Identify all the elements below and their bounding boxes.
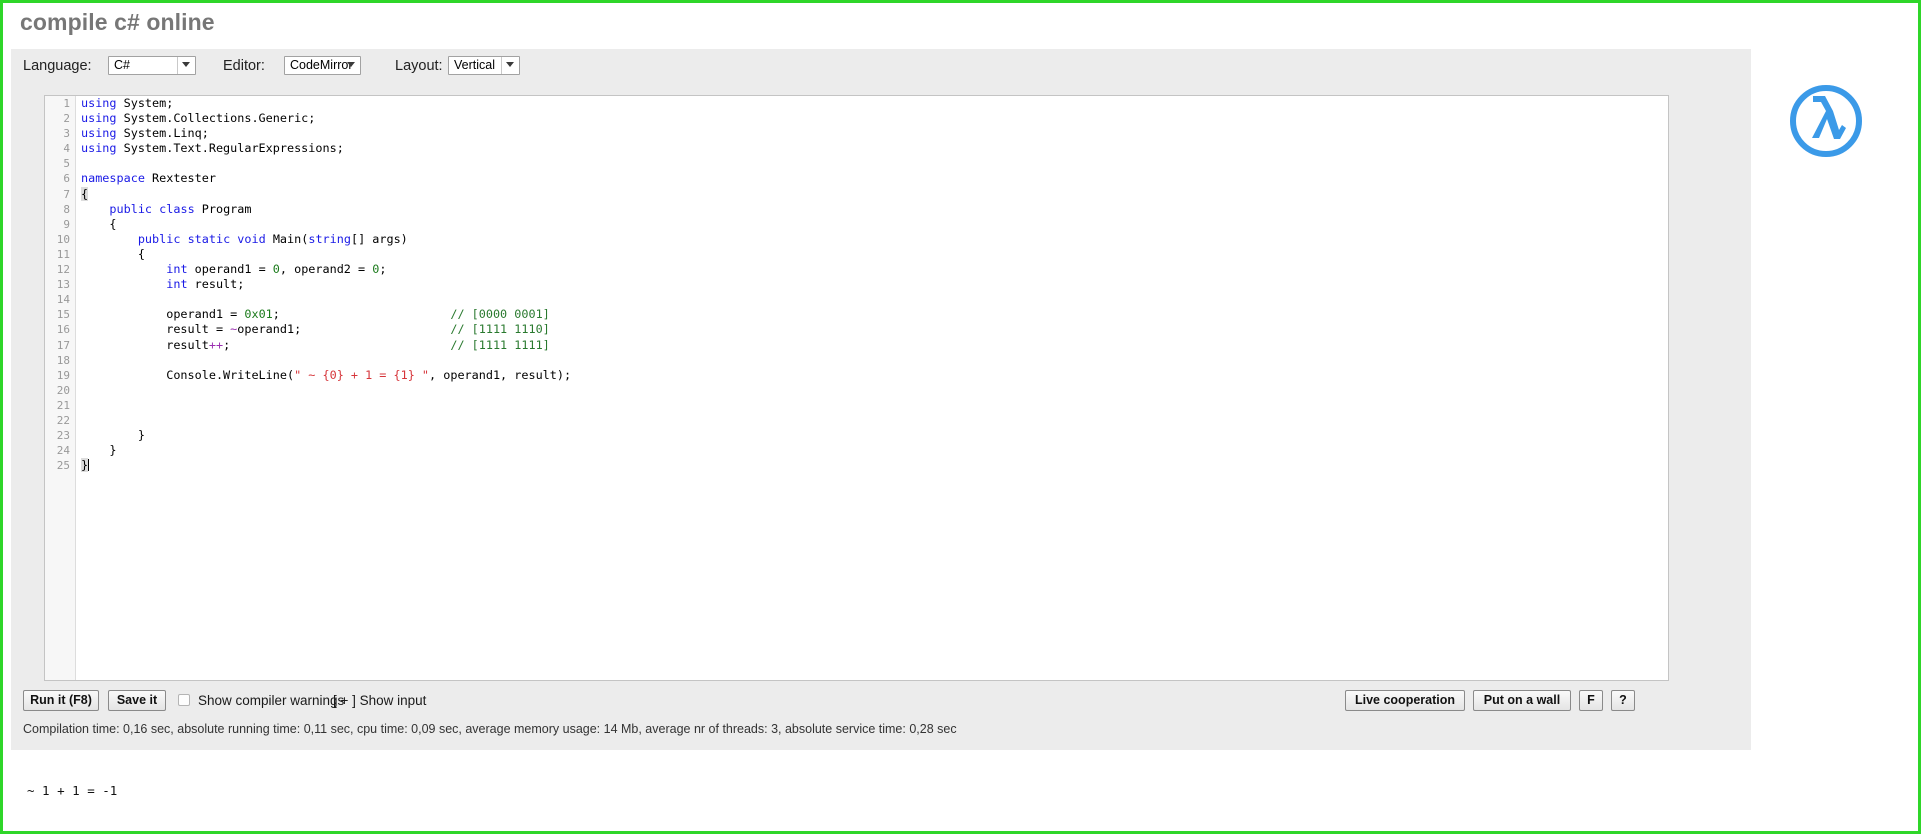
fullscreen-button[interactable]: F [1579, 690, 1603, 711]
layout-select[interactable]: Vertical [448, 56, 520, 75]
options-bar: Language: C# Editor: CodeMirror Layout: … [11, 49, 1751, 83]
line-number: 22 [56, 413, 70, 427]
code-line: using System; [81, 96, 174, 110]
code-line: { [81, 246, 145, 261]
show-input-link[interactable]: [ + ] Show input [333, 693, 426, 708]
line-number: 5 [63, 157, 70, 171]
line-number: 21 [56, 398, 70, 412]
code-line: { [81, 186, 89, 201]
code-line: public class Program [109, 201, 252, 216]
code-line: using System.Linq; [81, 126, 209, 141]
line-number: 7 [63, 187, 70, 201]
line-number: 14 [56, 293, 70, 307]
code-line: using System.Text.RegularExpressions; [81, 141, 344, 156]
code-editor[interactable]: 1 2 3 4 5 6 7 8 9 10 11 12 13 14 15 16 17 18 19 20 21 22 23 24 2… [44, 95, 1669, 681]
toolbar: Run it (F8) Save it Show compiler warnin… [11, 690, 1751, 720]
line-number: 25 [56, 459, 70, 473]
line-number: 1 [63, 97, 70, 110]
line-number: 4 [63, 142, 70, 156]
line-number: 8 [63, 202, 70, 216]
line-number-gutter: 1 2 3 4 5 6 7 8 9 10 11 12 13 14 15 16 17 18 19 20 21 22 23 24 2… [45, 96, 76, 680]
editor-label: Editor: [223, 58, 265, 74]
language-select-divider [177, 57, 178, 74]
editor-select[interactable]: CodeMirror [284, 56, 361, 75]
code-line: result = ~operand1; // [1111 1110] [81, 322, 550, 337]
layout-label: Layout: [395, 58, 443, 74]
line-number: 10 [56, 232, 70, 246]
code-line: using System.Collections.Generic; [81, 111, 316, 126]
run-button[interactable]: Run it (F8) [23, 690, 99, 711]
main-panel: Language: C# Editor: CodeMirror Layout: … [11, 49, 1751, 750]
line-number: 9 [63, 217, 70, 231]
line-number: 11 [56, 247, 70, 261]
line-number: 6 [63, 172, 70, 186]
code-line: operand1 = 0x01; // [0000 0001] [81, 307, 550, 322]
page-root: compile c# online Language: C# Editor: C… [0, 0, 1921, 834]
chevron-down-icon [182, 62, 190, 67]
line-number: 18 [56, 353, 70, 367]
chevron-down-icon [506, 62, 514, 67]
line-number: 12 [56, 263, 70, 277]
lambda-logo [1786, 81, 1866, 161]
page-title: compile c# online [20, 9, 215, 35]
line-number: 16 [56, 323, 70, 337]
show-compiler-warnings-label: Show compiler warnings [198, 693, 345, 708]
language-select-value: C# [114, 58, 130, 72]
code-line: } [81, 428, 145, 443]
code-content[interactable]: using System; using System.Collections.Ge… [81, 96, 1668, 680]
language-select[interactable]: C# [108, 56, 196, 75]
chevron-down-icon [347, 62, 355, 67]
program-output: ~ 1 + 1 = -1 [27, 783, 118, 798]
line-number: 2 [63, 112, 70, 126]
code-line: result++; // [1111 1111] [81, 337, 550, 352]
language-label: Language: [23, 58, 92, 74]
line-number: 24 [56, 444, 70, 458]
editor-select-value: CodeMirror [290, 58, 353, 72]
code-line: namespace Rextester [81, 171, 216, 186]
line-number: 3 [63, 127, 70, 141]
help-button[interactable]: ? [1611, 690, 1635, 711]
code-line: { [81, 216, 117, 231]
save-button[interactable]: Save it [108, 690, 166, 711]
code-line: int operand1 = 0, operand2 = 0; [166, 262, 387, 277]
line-number: 15 [56, 308, 70, 322]
show-compiler-warnings-checkbox[interactable] [178, 694, 190, 706]
code-line: } [81, 458, 90, 473]
compilation-stats: Compilation time: 0,16 sec, absolute run… [23, 722, 957, 736]
line-number: 13 [56, 278, 70, 292]
layout-select-value: Vertical [454, 58, 495, 72]
put-on-a-wall-button[interactable]: Put on a wall [1473, 690, 1571, 711]
code-line: int result; [166, 277, 245, 292]
line-number: 19 [56, 368, 70, 382]
live-cooperation-button[interactable]: Live cooperation [1345, 690, 1465, 711]
lambda-icon [1790, 85, 1862, 157]
line-number: 17 [56, 338, 70, 352]
code-line: Console.WriteLine(" ~ {0} + 1 = {1} ", o… [81, 367, 572, 382]
line-number: 20 [56, 383, 70, 397]
layout-select-divider [501, 57, 502, 74]
code-line: } [81, 443, 117, 458]
code-line: public static void Main(string[] args) [137, 231, 408, 246]
line-number: 23 [56, 429, 70, 443]
